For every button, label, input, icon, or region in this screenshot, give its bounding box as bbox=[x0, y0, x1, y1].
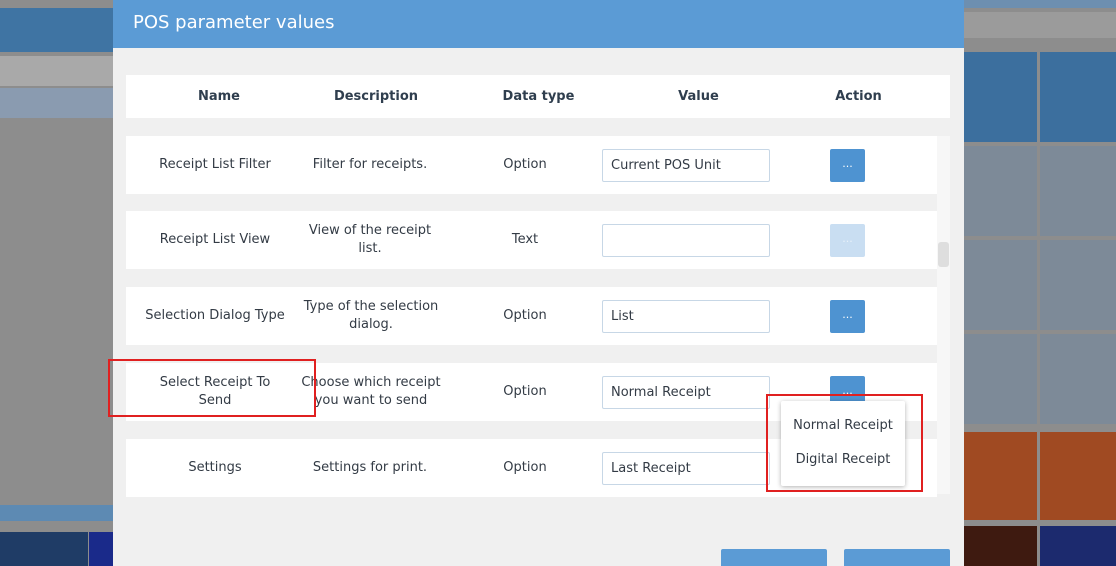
bg-top-bar bbox=[964, 0, 1116, 8]
bg-tile bbox=[1040, 334, 1116, 424]
bg-header-cell bbox=[0, 8, 113, 52]
bg-row bbox=[0, 88, 113, 118]
table-row: Receipt List Filter Filter for receipts.… bbox=[126, 136, 937, 194]
bg-tile bbox=[964, 334, 1037, 424]
row-name: Settings bbox=[188, 460, 242, 475]
footer-button-right[interactable] bbox=[844, 549, 950, 566]
bg-tile bbox=[964, 240, 1037, 330]
column-header-action: Action bbox=[835, 89, 882, 104]
row-description: Type of the selection dialog. bbox=[303, 299, 439, 332]
highlight-box-name bbox=[108, 359, 316, 417]
value-input[interactable] bbox=[602, 224, 770, 257]
dialog-title: POS parameter values bbox=[113, 0, 964, 48]
value-input[interactable]: Last Receipt bbox=[602, 452, 770, 485]
bg-tile bbox=[964, 146, 1037, 236]
action-button[interactable]: ... bbox=[830, 149, 865, 182]
column-header-name: Name bbox=[197, 89, 240, 104]
value-input[interactable]: Normal Receipt bbox=[602, 376, 770, 409]
row-description: View of the receipt list. bbox=[308, 223, 432, 256]
highlight-box-dropdown bbox=[766, 394, 923, 492]
bg-tile bbox=[1040, 52, 1116, 142]
bg-status-bar bbox=[0, 505, 113, 521]
bg-tile bbox=[1040, 526, 1116, 566]
action-button-disabled: ... bbox=[830, 224, 865, 257]
bg-tile bbox=[964, 432, 1037, 520]
action-button[interactable]: ... bbox=[830, 300, 865, 333]
column-header-data-type: Data type bbox=[502, 89, 575, 104]
bg-bottom-tile bbox=[89, 532, 113, 566]
row-name: Receipt List Filter bbox=[159, 157, 271, 172]
bg-row bbox=[0, 56, 113, 86]
column-header-description: Description bbox=[333, 89, 419, 104]
row-description: Filter for receipts. bbox=[312, 157, 428, 172]
row-data-type: Option bbox=[503, 460, 547, 475]
bg-tile bbox=[1040, 240, 1116, 330]
row-name: Selection Dialog Type bbox=[145, 308, 285, 323]
column-header-value: Value bbox=[678, 89, 719, 104]
table-row: Selection Dialog Type Type of the select… bbox=[126, 287, 937, 345]
bg-tile bbox=[964, 526, 1037, 566]
scrollbar-thumb[interactable] bbox=[938, 242, 949, 267]
bg-tile bbox=[964, 52, 1037, 142]
bg-tile bbox=[1040, 146, 1116, 236]
scrollbar-track[interactable] bbox=[937, 136, 950, 494]
bg-bottom-tile bbox=[0, 532, 88, 566]
row-data-type: Option bbox=[503, 384, 547, 399]
row-data-type: Text bbox=[511, 232, 539, 247]
table-header: Name Description Data type Value Action bbox=[126, 75, 950, 118]
value-input[interactable]: List bbox=[602, 300, 770, 333]
row-name: Receipt List View bbox=[159, 232, 271, 247]
value-input[interactable]: Current POS Unit bbox=[602, 149, 770, 182]
table-row: Receipt List View View of the receipt li… bbox=[126, 211, 937, 269]
bg-search-strip bbox=[964, 12, 1116, 38]
row-data-type: Option bbox=[503, 308, 547, 323]
row-description: Settings for print. bbox=[312, 460, 428, 475]
bg-tile bbox=[1040, 432, 1116, 520]
row-data-type: Option bbox=[503, 157, 547, 172]
footer-button-left[interactable] bbox=[721, 549, 827, 566]
